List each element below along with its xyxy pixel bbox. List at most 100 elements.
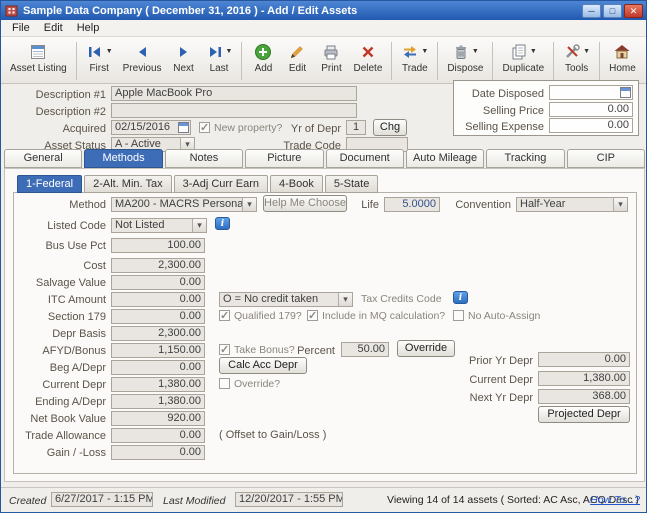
listed-code-info-icon[interactable]: i: [215, 217, 230, 230]
toolbar-add-button[interactable]: Add: [246, 39, 280, 75]
tab-cip[interactable]: CIP: [566, 149, 645, 168]
tax-credits-info-icon[interactable]: i: [453, 291, 468, 304]
no-auto-assign-checkbox[interactable]: [453, 310, 464, 321]
next-yr-depr-field[interactable]: 368.00: [538, 389, 630, 404]
take-bonus-checkbox[interactable]: [219, 343, 230, 356]
beg-a-depr-field[interactable]: 0.00: [111, 360, 205, 375]
gain-loss-label: Gain / -Loss: [46, 447, 106, 459]
toolbar-next-button[interactable]: Next: [167, 39, 201, 75]
toolbar-label: Add: [254, 63, 273, 74]
qualified-179-checkbox[interactable]: [219, 309, 230, 322]
cost-label: Cost: [83, 260, 106, 272]
yr-of-depr-field[interactable]: 1: [346, 120, 366, 135]
include-mq-checkbox[interactable]: [307, 309, 318, 322]
chg-button[interactable]: Chg: [373, 119, 407, 136]
trade-allowance-field[interactable]: 0.00: [111, 428, 205, 443]
depr-basis-field[interactable]: 2,300.00: [111, 326, 205, 341]
percent-field[interactable]: 50.00: [341, 342, 389, 357]
how-to-link[interactable]: How To...?: [590, 494, 640, 506]
bus-use-pct-field[interactable]: 100.00: [111, 238, 205, 253]
description2-field[interactable]: [111, 103, 357, 118]
toolbar-asset-listing-button[interactable]: Asset Listing: [5, 39, 72, 75]
toolbar-print-button[interactable]: Print: [314, 39, 348, 75]
salvage-value-field[interactable]: 0.00: [111, 275, 205, 290]
toolbar-label: Tools: [564, 63, 589, 74]
created-label: Created: [9, 495, 47, 507]
close-button[interactable]: ✕: [624, 3, 643, 18]
toolbar-dispose-button[interactable]: ▼ Dispose: [442, 39, 488, 75]
selling-expense-field[interactable]: 0.00: [549, 118, 633, 133]
minimize-button[interactable]: ─: [582, 3, 601, 18]
title-bar[interactable]: Sample Data Company ( December 31, 2016 …: [1, 1, 646, 20]
last-modified-label: Last Modified: [163, 495, 226, 507]
print-icon: [322, 43, 340, 61]
ending-a-depr-field[interactable]: 1,380.00: [111, 394, 205, 409]
menu-help[interactable]: Help: [70, 21, 107, 35]
toolbar-label: Print: [321, 63, 342, 74]
override-checkbox-label: Override?: [234, 378, 281, 390]
toolbar-label: Duplicate: [502, 63, 545, 74]
convention-dropdown[interactable]: Half-Year: [516, 197, 628, 212]
itc-amount-field[interactable]: 0.00: [111, 292, 205, 307]
tab-document[interactable]: Document: [325, 149, 404, 168]
toolbar-label: Edit: [288, 63, 307, 74]
description1-field[interactable]: Apple MacBook Pro: [111, 86, 357, 101]
no-auto-assign-label: No Auto-Assign: [468, 310, 541, 322]
selling-price-field[interactable]: 0.00: [549, 102, 633, 117]
tab-general[interactable]: General: [4, 149, 83, 168]
date-disposed-field[interactable]: [549, 85, 633, 100]
gain-loss-field[interactable]: 0.00: [111, 445, 205, 460]
method-dropdown[interactable]: MA200 - MACRS Personal: [111, 197, 257, 212]
subtab-adj-curr-earn[interactable]: 3-Adj Curr Earn: [173, 175, 268, 193]
acquired-date-field[interactable]: 02/15/2016: [111, 120, 191, 135]
menu-edit[interactable]: Edit: [37, 21, 70, 35]
prior-yr-depr-field[interactable]: 0.00: [538, 352, 630, 367]
subtab-alt-min-tax[interactable]: 2-Alt. Min. Tax: [84, 175, 172, 193]
new-property-checkbox[interactable]: [199, 121, 210, 134]
menu-file[interactable]: File: [5, 21, 37, 35]
toolbar-previous-button[interactable]: Previous: [118, 39, 167, 75]
tab-notes[interactable]: Notes: [164, 149, 244, 168]
current-depr-field[interactable]: 1,380.00: [111, 377, 205, 392]
calendar-icon[interactable]: [178, 122, 189, 133]
toolbar-duplicate-button[interactable]: ▼ Duplicate: [497, 39, 549, 75]
maximize-button[interactable]: □: [603, 3, 622, 18]
net-book-value-field[interactable]: 920.00: [111, 411, 205, 426]
override-checkbox[interactable]: [219, 378, 230, 389]
life-label: Life: [361, 199, 379, 211]
toolbar-edit-button[interactable]: Edit: [280, 39, 314, 75]
toolbar-tools-button[interactable]: ▼ Tools: [558, 39, 595, 75]
toolbar-label: Next: [173, 63, 194, 74]
tab-tracking[interactable]: Tracking: [486, 149, 565, 168]
tab-auto-mileage[interactable]: Auto Mileage: [405, 149, 485, 168]
calendar-icon[interactable]: [620, 87, 631, 98]
subtab-book[interactable]: 4-Book: [270, 175, 323, 193]
trade-allowance-label: Trade Allowance: [25, 430, 106, 442]
afyd-bonus-label: AFYD/Bonus: [42, 345, 106, 357]
section-179-label: Section 179: [47, 311, 106, 323]
cost-field[interactable]: 2,300.00: [111, 258, 205, 273]
listed-code-dropdown[interactable]: Not Listed: [111, 218, 207, 233]
toolbar-home-button[interactable]: Home: [604, 39, 641, 75]
current-yr-depr-field[interactable]: 1,380.00: [538, 371, 630, 386]
subtab-state[interactable]: 5-State: [324, 175, 379, 193]
toolbar-separator: [75, 42, 77, 80]
tax-credit-dropdown[interactable]: O = No credit taken: [219, 292, 353, 307]
tab-picture[interactable]: Picture: [245, 149, 324, 168]
projected-depr-button[interactable]: Projected Depr: [538, 406, 630, 423]
toolbar-first-button[interactable]: ▼ First: [81, 39, 118, 75]
help-me-choose-button[interactable]: Help Me Choose: [263, 195, 347, 212]
section-179-field[interactable]: 0.00: [111, 309, 205, 324]
dropdown-caret-icon: ▼: [225, 48, 233, 55]
bus-use-pct-label: Bus Use Pct: [45, 240, 106, 252]
toolbar-trade-button[interactable]: ▼ Trade: [396, 39, 433, 75]
subtab-federal[interactable]: 1-Federal: [17, 175, 83, 193]
life-field[interactable]: 5.0000: [384, 197, 440, 212]
afyd-bonus-field[interactable]: 1,150.00: [111, 343, 205, 358]
toolbar-last-button[interactable]: ▼ Last: [201, 39, 238, 75]
tab-methods[interactable]: Methods: [84, 149, 163, 168]
beg-a-depr-label: Beg A/Depr: [49, 362, 106, 374]
app-icon: [4, 3, 19, 18]
calc-acc-depr-button[interactable]: Calc Acc Depr: [219, 357, 307, 374]
toolbar-delete-button[interactable]: Delete: [348, 39, 387, 75]
